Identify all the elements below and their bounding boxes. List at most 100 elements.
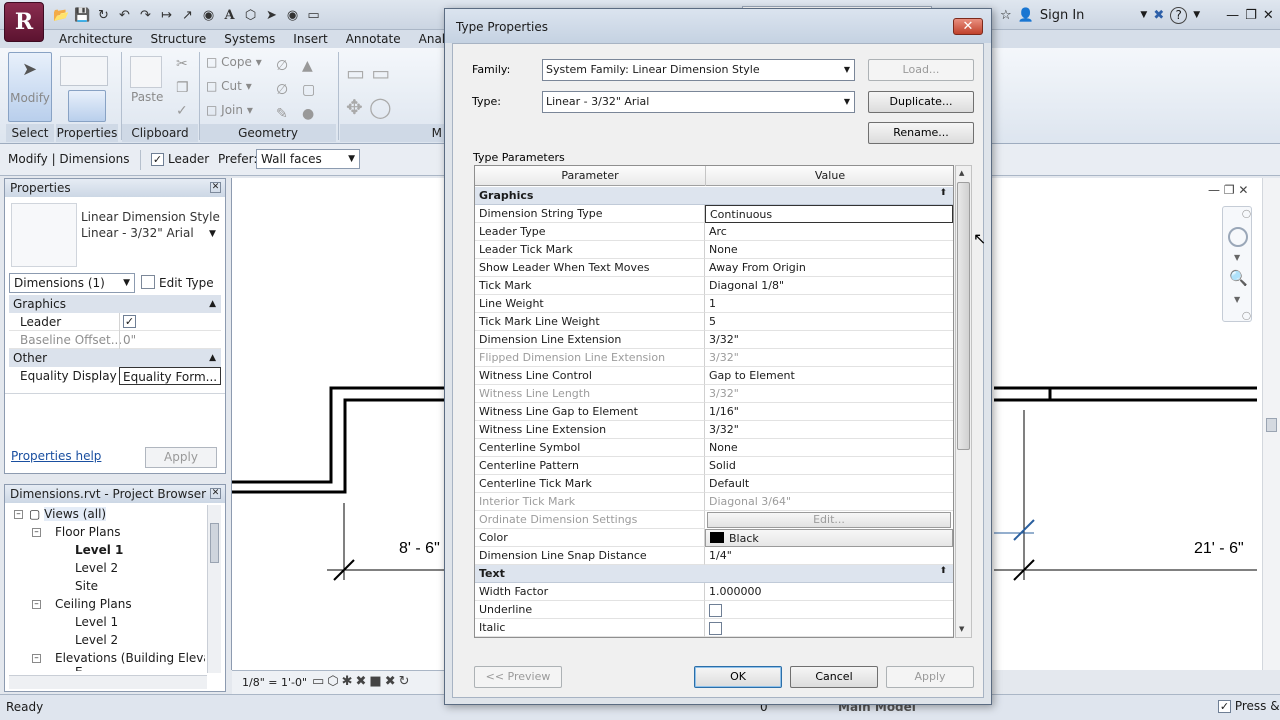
press-drag-toggle[interactable]: ✓ Press & bbox=[1218, 699, 1280, 713]
panel-select-label[interactable]: Select bbox=[6, 124, 54, 142]
param-value[interactable]: 3/32" bbox=[705, 421, 953, 439]
collapse-toggle[interactable]: – bbox=[32, 654, 41, 663]
properties-group-other[interactable]: Other ▲ bbox=[9, 349, 221, 367]
param-value[interactable]: Away From Origin bbox=[705, 259, 953, 277]
collapse-icon[interactable]: ▲ bbox=[209, 295, 216, 313]
restore-icon[interactable]: ❐ bbox=[1224, 183, 1235, 197]
close-icon[interactable]: ◯ bbox=[1242, 209, 1251, 218]
param-value[interactable]: 5 bbox=[705, 313, 953, 331]
exchange-icon[interactable]: ✖ bbox=[1153, 8, 1164, 23]
grid-row[interactable]: Underline bbox=[475, 601, 953, 619]
section-icon[interactable]: ➤ bbox=[262, 6, 281, 25]
grid-row[interactable]: Ordinate Dimension Settings Edit... bbox=[475, 511, 953, 529]
view-scale[interactable]: 1/8" = 1'-0" bbox=[242, 676, 307, 689]
minimize-icon[interactable]: — bbox=[1226, 8, 1239, 23]
type-dropdown[interactable]: Linear - 3/32" Arial ▼ bbox=[542, 91, 855, 113]
prefer-dropdown[interactable]: Wall faces ▼ bbox=[256, 149, 360, 169]
type-properties-icon[interactable] bbox=[60, 56, 108, 86]
duplicate-button[interactable]: Duplicate... bbox=[868, 91, 974, 113]
join-button[interactable]: □ Join ▾ bbox=[206, 103, 253, 117]
ordinate-edit-button[interactable]: Edit... bbox=[707, 512, 951, 528]
grid-row[interactable]: Centerline Tick Mark Default bbox=[475, 475, 953, 493]
chevron-down-icon[interactable]: ▼ bbox=[1140, 10, 1147, 20]
open-icon[interactable]: 📂 bbox=[52, 6, 71, 25]
close-icon[interactable]: ✕ bbox=[210, 182, 221, 193]
collapse-icon[interactable]: ⬆ bbox=[939, 566, 947, 576]
param-value[interactable]: 1 bbox=[705, 295, 953, 313]
properties-group-graphics[interactable]: Graphics ▲ bbox=[9, 295, 221, 313]
chevron-down-icon[interactable]: ▼ bbox=[209, 229, 216, 239]
tab-structure[interactable]: Structure bbox=[141, 30, 215, 48]
settings-icon[interactable]: ◯ bbox=[1242, 311, 1251, 320]
tree-item-site[interactable]: Site bbox=[75, 577, 98, 595]
tag-icon[interactable]: ◉ bbox=[199, 6, 218, 25]
dialog-close-button[interactable]: ✕ bbox=[953, 18, 983, 35]
close-icon[interactable]: ✕ bbox=[1238, 183, 1248, 197]
scissors-icon[interactable]: ✂ bbox=[176, 56, 188, 72]
grid-row[interactable]: Witness Line Control Gap to Element bbox=[475, 367, 953, 385]
grid-row[interactable]: Width Factor 1.000000 bbox=[475, 583, 953, 601]
properties-help-link[interactable]: Properties help bbox=[11, 449, 101, 463]
param-value[interactable]: 3/32" bbox=[705, 349, 953, 367]
grid-row[interactable]: Interior Tick Mark Diagonal 3/64" bbox=[475, 493, 953, 511]
properties-icon[interactable] bbox=[68, 90, 106, 122]
apply-button[interactable]: Apply bbox=[886, 666, 974, 688]
minimize-icon[interactable]: — bbox=[1208, 183, 1220, 197]
grid-row[interactable]: Witness Line Length 3/32" bbox=[475, 385, 953, 403]
chevron-down-icon[interactable]: ▼ bbox=[1193, 10, 1200, 20]
scroll-up-icon[interactable]: ▲ bbox=[959, 169, 964, 177]
param-value[interactable]: 1/16" bbox=[705, 403, 953, 421]
collapse-icon[interactable]: ▲ bbox=[209, 349, 216, 367]
tab-systems[interactable]: Systems bbox=[215, 30, 284, 48]
ok-button[interactable]: OK bbox=[694, 666, 782, 688]
tree-item-ceiling-level-1[interactable]: Level 1 bbox=[75, 613, 118, 631]
help-icon[interactable]: ? bbox=[1170, 6, 1188, 24]
elevation-icon[interactable]: ◉ bbox=[283, 6, 302, 25]
scroll-down-icon[interactable]: ▼ bbox=[959, 625, 964, 633]
browser-vscrollbar[interactable] bbox=[207, 505, 221, 673]
favorites-icon[interactable]: ☆ bbox=[1000, 8, 1012, 23]
param-value[interactable]: 3/32" bbox=[705, 331, 953, 349]
param-value[interactable]: Default bbox=[705, 475, 953, 493]
paint-tools-icon[interactable]: ▲ ▢ ● bbox=[302, 54, 315, 126]
rename-button[interactable]: Rename... bbox=[868, 122, 974, 144]
load-button[interactable]: Load... bbox=[868, 59, 974, 81]
collapse-toggle[interactable]: – bbox=[14, 510, 23, 519]
zoom-icon[interactable]: 🔍 bbox=[1229, 269, 1248, 287]
scroll-thumb[interactable] bbox=[210, 523, 219, 563]
collapse-toggle[interactable]: – bbox=[32, 600, 41, 609]
param-value[interactable]: Arc bbox=[705, 223, 953, 241]
grid-row[interactable]: Witness Line Extension 3/32" bbox=[475, 421, 953, 439]
modify-button[interactable]: ➤ Modify bbox=[8, 52, 52, 122]
save-icon[interactable]: 💾 bbox=[73, 6, 92, 25]
tree-item-ceiling-plans[interactable]: Ceiling Plans bbox=[55, 595, 132, 613]
grid-row[interactable]: Centerline Symbol None bbox=[475, 439, 953, 457]
grid-row[interactable]: Color Black bbox=[475, 529, 953, 547]
instance-filter-dropdown[interactable]: Dimensions (1) ▼ bbox=[9, 273, 135, 293]
grid-group-0[interactable]: Graphics ⬆ bbox=[475, 187, 953, 205]
tree-item-ceiling-level-2[interactable]: Level 2 bbox=[75, 631, 118, 649]
grid-row[interactable]: Flipped Dimension Line Extension 3/32" bbox=[475, 349, 953, 367]
sync-icon[interactable]: ↻ bbox=[94, 6, 113, 25]
view-controls-icons[interactable]: ▭⬡✱✖■✖↻ bbox=[312, 674, 413, 689]
param-value[interactable]: Solid bbox=[705, 457, 953, 475]
param-value[interactable]: Black bbox=[705, 529, 953, 547]
leader-value-checkbox[interactable]: ✓ bbox=[123, 315, 136, 328]
undo-icon[interactable]: ↶ bbox=[115, 6, 134, 25]
grid-row[interactable]: Tick Mark Line Weight 5 bbox=[475, 313, 953, 331]
grid-row[interactable]: Dimension String Type Continuous bbox=[475, 205, 953, 223]
3d-view-icon[interactable]: ⬡ bbox=[241, 6, 260, 25]
steering-wheel-icon[interactable] bbox=[1228, 227, 1248, 247]
family-dropdown[interactable]: System Family: Linear Dimension Style ▼ bbox=[542, 59, 855, 81]
tree-item-views[interactable]: ▢ Views (all) bbox=[29, 505, 107, 523]
browser-hscrollbar[interactable] bbox=[9, 675, 207, 689]
cancel-button[interactable]: Cancel bbox=[790, 666, 878, 688]
column-parameter[interactable]: Parameter bbox=[475, 166, 706, 186]
sign-in-link[interactable]: Sign In bbox=[1040, 8, 1085, 23]
value-checkbox[interactable] bbox=[709, 621, 722, 635]
equality-display-value[interactable]: Equality Form... bbox=[119, 367, 221, 385]
param-value[interactable]: 1.000000 bbox=[705, 583, 953, 601]
copy-icon[interactable]: ❐ bbox=[176, 80, 189, 96]
param-value[interactable]: 1/4" bbox=[705, 547, 953, 565]
collapse-icon[interactable]: ⬆ bbox=[939, 188, 947, 198]
